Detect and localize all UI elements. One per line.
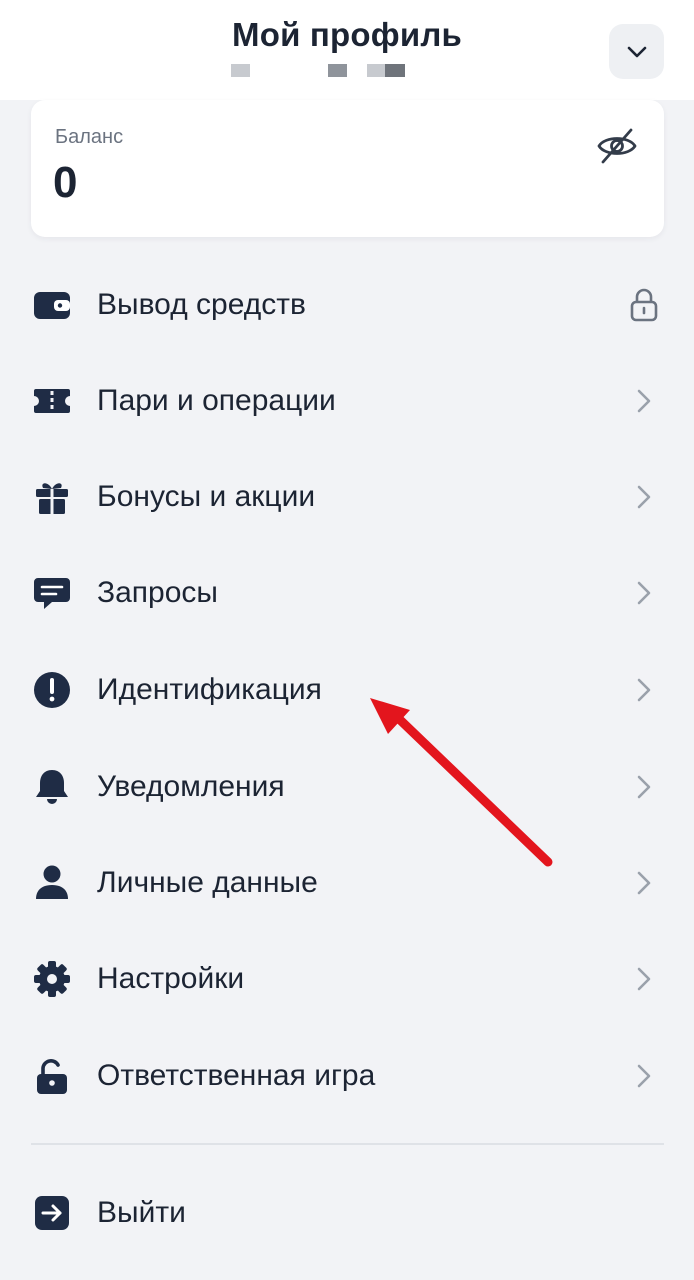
menu-item-personal-data[interactable]: Личные данные — [0, 835, 694, 931]
menu-item-identification[interactable]: Идентификация — [0, 642, 694, 738]
chevron-right-icon — [624, 477, 664, 517]
menu-item-requests[interactable]: Запросы — [0, 545, 694, 641]
menu-item-label: Бонусы и акции — [97, 480, 316, 513]
logout-icon — [32, 1193, 72, 1233]
menu-item-bonuses[interactable]: Бонусы и акции — [0, 449, 694, 545]
gear-icon — [32, 959, 72, 999]
header: Мой профиль — [0, 0, 694, 100]
menu-item-label: Идентификация — [97, 673, 322, 706]
unlock-icon — [32, 1056, 72, 1096]
menu-item-label: Ответственная игра — [97, 1059, 376, 1092]
ticket-icon — [32, 381, 72, 421]
hide-balance-button[interactable] — [595, 126, 639, 166]
balance-card: Баланс 0 — [31, 100, 664, 237]
masked-account-id — [0, 64, 694, 78]
menu-item-label: Личные данные — [97, 866, 318, 899]
menu-item-label: Уведомления — [97, 770, 285, 803]
gift-icon — [32, 477, 72, 517]
chevron-down-icon — [627, 46, 646, 57]
chat-icon — [32, 573, 72, 613]
lock-icon — [624, 285, 664, 325]
menu-item-bets[interactable]: Пари и операции — [0, 353, 694, 449]
wallet-icon — [32, 285, 72, 325]
chevron-right-icon — [624, 863, 664, 903]
menu-item-settings[interactable]: Настройки — [0, 931, 694, 1027]
balance-label: Баланс — [55, 126, 124, 148]
chevron-right-icon — [624, 381, 664, 421]
balance-value: 0 — [53, 158, 78, 207]
logout-label: Выйти — [97, 1196, 186, 1229]
logout-button[interactable]: Выйти — [0, 1165, 694, 1261]
menu-item-label: Запросы — [97, 576, 218, 609]
chevron-right-icon — [624, 670, 664, 710]
chevron-right-icon — [624, 767, 664, 807]
divider — [31, 1143, 664, 1145]
menu-item-withdrawal[interactable]: Вывод средств — [0, 257, 694, 353]
chevron-right-icon — [624, 1056, 664, 1096]
chevron-right-icon — [624, 959, 664, 999]
eye-off-icon — [597, 128, 637, 164]
menu-item-label: Вывод средств — [97, 288, 306, 321]
alert-circle-icon — [32, 670, 72, 710]
page-title: Мой профиль — [232, 16, 462, 53]
menu-item-label: Настройки — [97, 962, 245, 995]
menu-item-responsible-gaming[interactable]: Ответственная игра — [0, 1028, 694, 1124]
bell-icon — [32, 767, 72, 807]
profile-switch-button[interactable] — [609, 24, 664, 79]
menu-item-notifications[interactable]: Уведомления — [0, 739, 694, 835]
chevron-right-icon — [624, 573, 664, 613]
menu-item-label: Пари и операции — [97, 384, 336, 417]
person-icon — [32, 863, 72, 903]
